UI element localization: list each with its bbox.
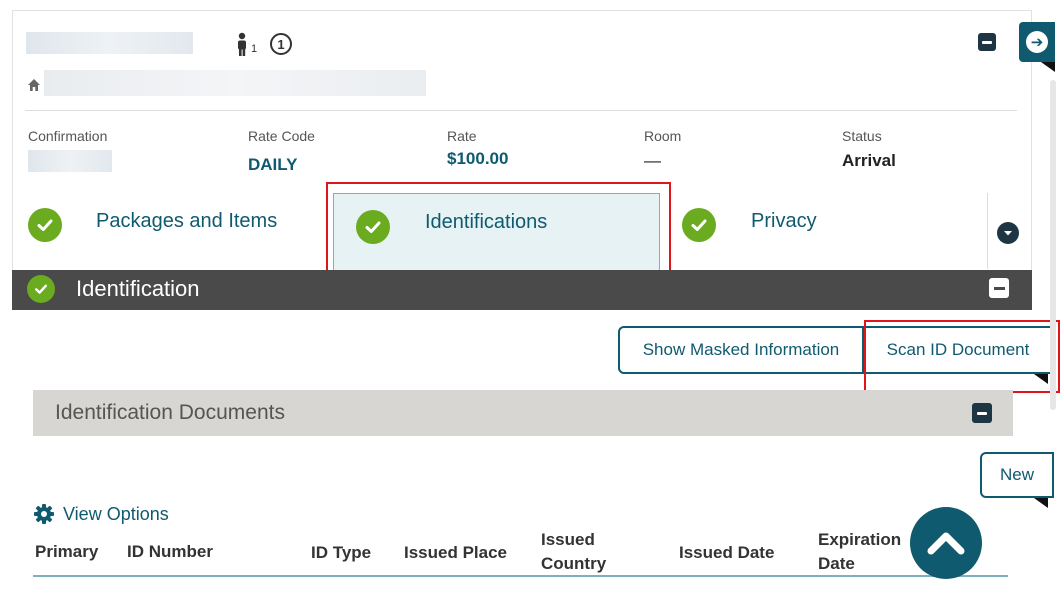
collapse-card-button[interactable] <box>978 33 996 51</box>
column-header-issued-date[interactable]: Issued Date <box>679 541 774 565</box>
room-value: — <box>644 151 661 170</box>
corner-marker <box>1041 62 1055 72</box>
check-circle-icon <box>682 208 716 242</box>
chevron-down-circle-icon[interactable] <box>997 222 1019 244</box>
info-glyph: 1 <box>277 36 285 52</box>
guest-name-redacted <box>26 32 193 54</box>
column-header-id-number[interactable]: ID Number <box>127 540 213 564</box>
button-label: Show Masked Information <box>642 340 840 359</box>
status-label: Status <box>842 128 882 144</box>
scrollbar[interactable] <box>1050 80 1056 410</box>
table-header-divider <box>33 575 1008 577</box>
rate-code-label: Rate Code <box>248 128 315 144</box>
button-label: New <box>999 465 1034 484</box>
rate-value: $100.00 <box>447 149 509 168</box>
gear-icon[interactable] <box>33 503 55 525</box>
room-label: Room <box>644 128 682 144</box>
collapse-identification-button[interactable] <box>989 278 1009 298</box>
person-icon <box>234 32 252 58</box>
corner-marker <box>1034 374 1048 384</box>
collapse-documents-button[interactable] <box>972 403 992 423</box>
rate-code-value: DAILY <box>248 155 298 174</box>
rate-label: Rate <box>447 128 477 144</box>
side-nav-button[interactable]: ➔ <box>1019 22 1055 62</box>
highlight-box-scan-id <box>864 320 1060 393</box>
new-button[interactable]: New <box>980 452 1054 498</box>
view-options-link[interactable]: View Options <box>63 504 169 525</box>
tab-label: Identifications <box>425 211 548 233</box>
check-circle-icon <box>27 275 55 303</box>
show-masked-information-button[interactable]: Show Masked Information <box>618 326 864 374</box>
arrow-right-circle-icon: ➔ <box>1026 31 1048 53</box>
address-redacted <box>44 70 426 96</box>
home-icon <box>27 78 41 92</box>
column-header-issued-country[interactable]: Issued Country <box>541 528 621 576</box>
guest-count: 1 <box>251 43 258 55</box>
status-value: Arrival <box>842 151 896 170</box>
tab-label: Packages and Items <box>96 210 278 232</box>
circled-one-icon[interactable]: 1 <box>270 33 292 55</box>
identification-title: Identification <box>76 276 200 301</box>
confirmation-value-redacted <box>28 150 112 172</box>
chevron-up-icon <box>927 532 965 555</box>
confirmation-label: Confirmation <box>28 128 108 144</box>
column-header-primary[interactable]: Primary <box>35 540 98 564</box>
check-circle-icon <box>356 210 390 244</box>
header-divider <box>25 110 1017 111</box>
column-header-issued-place[interactable]: Issued Place <box>404 541 507 565</box>
column-header-expiration-date[interactable]: Expiration Date <box>818 528 914 576</box>
tabs-divider <box>987 193 988 269</box>
tab-label: Privacy <box>751 210 817 232</box>
corner-marker <box>1034 498 1048 508</box>
column-header-id-type[interactable]: ID Type <box>311 541 371 565</box>
check-circle-icon <box>28 208 62 242</box>
scroll-to-top-button[interactable] <box>910 507 982 579</box>
identification-documents-title: Identification Documents <box>55 401 285 424</box>
